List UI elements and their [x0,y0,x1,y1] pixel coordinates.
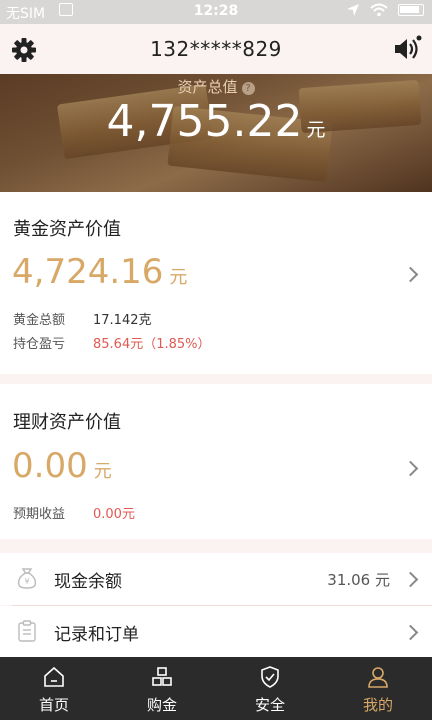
tab-security-label: 安全 [254,696,285,714]
position-pnl-label: 持仓盈亏 [13,337,66,352]
cash-balance-label: 现金余额 [54,572,122,592]
total-assets-title: 资产总值 [177,78,238,96]
tab-security[interactable]: 安全 [216,657,324,720]
gold-total-label: 黄金总额 [13,313,66,328]
finance-assets-amount: 0.00 [12,446,88,486]
chevron-right-icon[interactable] [402,460,419,477]
shield-icon [261,666,279,688]
wifi-icon [370,3,388,17]
bottom-tab-bar: 首页 购金 安全 我的 [0,657,432,720]
svg-text:¥: ¥ [24,577,29,586]
expected-return-label: 预期收益 [13,507,66,522]
tab-home[interactable]: 首页 [0,657,108,720]
tab-buy-gold-label: 购金 [146,696,177,714]
person-icon [368,667,388,688]
tab-home-label: 首页 [38,696,69,714]
money-bag-icon: ¥ [17,568,37,589]
cash-balance-value: 31.06 元 [327,571,390,589]
header: 132*****829 [0,24,432,74]
gold-bars-icon [152,667,172,686]
tab-mine-label: 我的 [362,696,393,714]
gold-assets-card[interactable]: 黄金资产价值 4,724.16 元 黄金总额 17.142克 持仓盈亏 85.64… [0,192,432,374]
chevron-right-icon[interactable] [402,266,419,283]
total-assets-unit: 元 [306,119,326,141]
battery-icon [398,4,424,16]
records-orders-label: 记录和订单 [54,625,139,645]
chevron-right-icon[interactable] [402,571,419,588]
list-item-records-orders[interactable]: 记录和订单 [0,606,432,658]
help-icon[interactable]: ? [241,82,255,95]
tab-buy-gold[interactable]: 购金 [108,657,216,720]
status-icons [346,3,424,17]
list-item-cash-balance[interactable]: ¥ 现金余额 31.06 元 [0,553,432,605]
status-bar: 无SIM 12:28 [0,0,432,24]
tab-mine[interactable]: 我的 [324,657,432,720]
position-pnl-value: 85.64元（1.85%） [93,337,211,352]
gold-total-value: 17.142克 [93,313,152,328]
finance-assets-unit: 元 [93,461,112,482]
clipboard-icon [18,620,36,642]
total-assets-amount: 4,755.22 [106,96,303,147]
gold-assets-value: 4,724.16 元 [12,252,187,292]
total-assets-label: 资产总值? [0,76,432,97]
finance-assets-title: 理财资产价值 [13,412,121,433]
total-assets-banner: 资产总值? 4,755.22 元 [0,74,432,192]
chevron-right-icon[interactable] [402,624,419,641]
home-icon [44,666,64,687]
expected-return-value: 0.00元 [93,507,135,522]
gold-assets-title: 黄金资产价值 [13,219,121,240]
gold-assets-amount: 4,724.16 [12,252,164,292]
finance-assets-value: 0.00 元 [12,446,112,486]
finance-assets-card[interactable]: 理财资产价值 0.00 元 预期收益 0.00元 [0,384,432,539]
speaker-icon[interactable] [392,34,422,64]
location-icon [347,4,359,16]
total-assets-value: 4,755.22 元 [0,96,432,147]
gold-assets-unit: 元 [169,267,188,288]
account-phone: 132*****829 [150,37,282,61]
